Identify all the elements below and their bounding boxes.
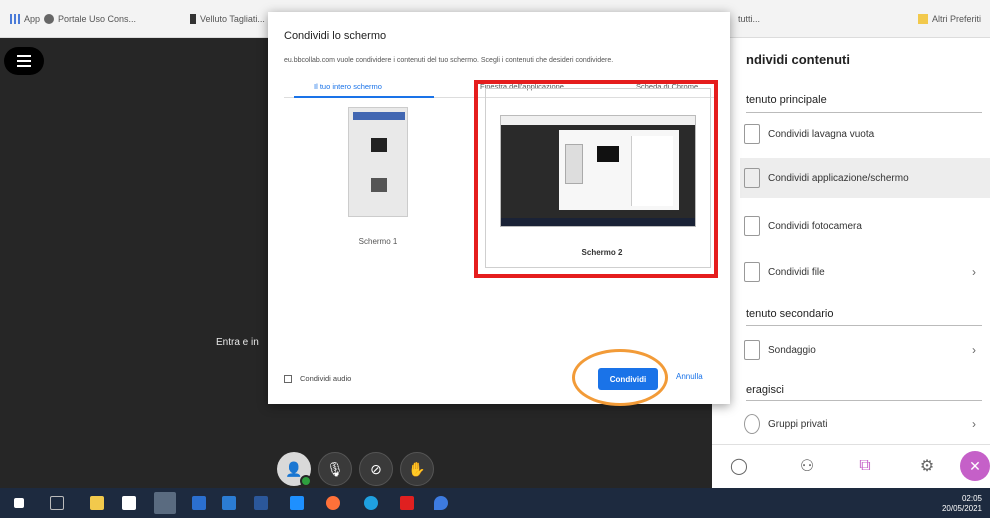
enter-session-text: Entra e in	[216, 337, 259, 348]
tab-entire-screen[interactable]: Il tuo intero schermo	[314, 82, 382, 91]
screen-share-icon	[744, 168, 760, 188]
windows-taskbar: 02:05 20/05/2021	[0, 488, 990, 518]
apps-grid-icon	[10, 14, 20, 24]
active-tab-indicator	[294, 96, 434, 98]
drop-icon[interactable]	[434, 496, 448, 510]
chevron-right-icon: ›	[972, 343, 976, 357]
share-audio-option[interactable]: Condividi audio	[284, 374, 351, 383]
file-icon	[744, 262, 760, 282]
divider	[746, 112, 982, 113]
cancel-button[interactable]: Annulla	[676, 372, 703, 381]
settings-gear-icon[interactable]: ⚙	[914, 453, 940, 479]
groups-icon	[744, 414, 760, 434]
store-icon[interactable]	[122, 496, 136, 510]
hand-raise-button[interactable]: ✋	[400, 452, 434, 486]
microphone-button[interactable]: 🎙	[318, 452, 352, 486]
outlook-icon[interactable]	[222, 496, 236, 510]
bookmark-apps[interactable]: App	[10, 14, 40, 24]
whiteboard-icon	[744, 124, 760, 144]
system-clock: 02:05 20/05/2021	[941, 494, 982, 513]
globe-icon	[44, 14, 54, 24]
chrome-icon[interactable]	[154, 492, 176, 514]
orange-highlight-circle	[572, 349, 668, 406]
chat-icon[interactable]: ◯	[726, 453, 752, 479]
folder-icon	[918, 14, 928, 24]
primary-content-heading: tenuto principale	[746, 94, 827, 106]
camera-button[interactable]: ⊘	[359, 452, 393, 486]
share-blank-whiteboard-item[interactable]: Condividi lavagna vuota	[740, 114, 990, 154]
avatar-button[interactable]: 👤	[277, 452, 312, 487]
share-application-screen-item[interactable]: Condividi applicazione/schermo	[740, 158, 990, 198]
user-icon: 👤	[285, 460, 303, 477]
poll-item[interactable]: Sondaggio ›	[740, 330, 990, 370]
task-view-icon[interactable]	[50, 496, 64, 510]
thumb-block	[371, 178, 387, 192]
edge-icon[interactable]	[364, 496, 378, 510]
secondary-content-heading: tenuto secondario	[746, 308, 834, 320]
poll-icon	[744, 340, 760, 360]
dialog-title: Condividi lo schermo	[284, 30, 387, 42]
share-file-item[interactable]: Condividi file ›	[740, 252, 990, 292]
divider	[746, 400, 982, 401]
attendees-icon[interactable]: ⚇	[794, 453, 820, 479]
file-explorer-icon[interactable]	[90, 496, 104, 510]
chevron-right-icon: ›	[972, 265, 976, 279]
thumb-block	[371, 138, 387, 152]
bookmark-velluto[interactable]: Velluto Tagliati...	[190, 14, 265, 24]
chevron-right-icon: ›	[972, 417, 976, 431]
screen-1-label: Schermo 1	[358, 237, 398, 246]
microphone-off-icon: 🎙	[326, 460, 344, 477]
status-badge	[300, 475, 312, 487]
bookmark-altri-preferiti[interactable]: Altri Preferiti	[918, 14, 981, 24]
bookmark-tutti[interactable]: tutti...	[738, 14, 760, 24]
divider	[746, 325, 982, 326]
windows-start-icon[interactable]	[14, 498, 24, 508]
bookmark-portale[interactable]: Portale Uso Cons...	[44, 14, 136, 24]
close-icon[interactable]: ✕	[960, 451, 990, 481]
share-content-icon[interactable]: ⧉	[852, 453, 878, 479]
camera-off-icon: ⊘	[370, 460, 382, 477]
panel-footer: ◯ ⚇ ⧉ ⚙ ✕	[712, 444, 990, 488]
checkbox[interactable]	[284, 374, 292, 383]
firefox-icon[interactable]	[326, 496, 340, 510]
calendar-icon[interactable]	[290, 496, 304, 510]
hamburger-icon-line	[17, 60, 31, 62]
bookmark-icon	[190, 14, 196, 24]
private-groups-item[interactable]: Gruppi privati ›	[740, 404, 990, 444]
share-content-panel: ndividi contenuti tenuto principale Cond…	[712, 38, 990, 488]
hamburger-icon-line	[17, 65, 31, 67]
camera-icon	[744, 216, 760, 236]
interact-heading: eragisci	[746, 384, 784, 396]
acrobat-icon[interactable]	[400, 496, 414, 510]
thumb-bar	[353, 112, 405, 120]
screen-1-thumbnail[interactable]	[348, 107, 408, 217]
session-menu-button[interactable]	[4, 47, 44, 75]
dialog-subtitle: eu.bbcollab.com vuole condividere i cont…	[284, 57, 614, 64]
share-camera-item[interactable]: Condividi fotocamera	[740, 206, 990, 246]
hand-raise-icon: ✋	[408, 460, 426, 477]
hamburger-icon-line	[17, 55, 31, 57]
word-icon[interactable]	[254, 496, 268, 510]
panel-title: ndividi contenuti	[746, 52, 850, 67]
red-highlight-box	[474, 80, 718, 278]
app-icon[interactable]	[192, 496, 206, 510]
